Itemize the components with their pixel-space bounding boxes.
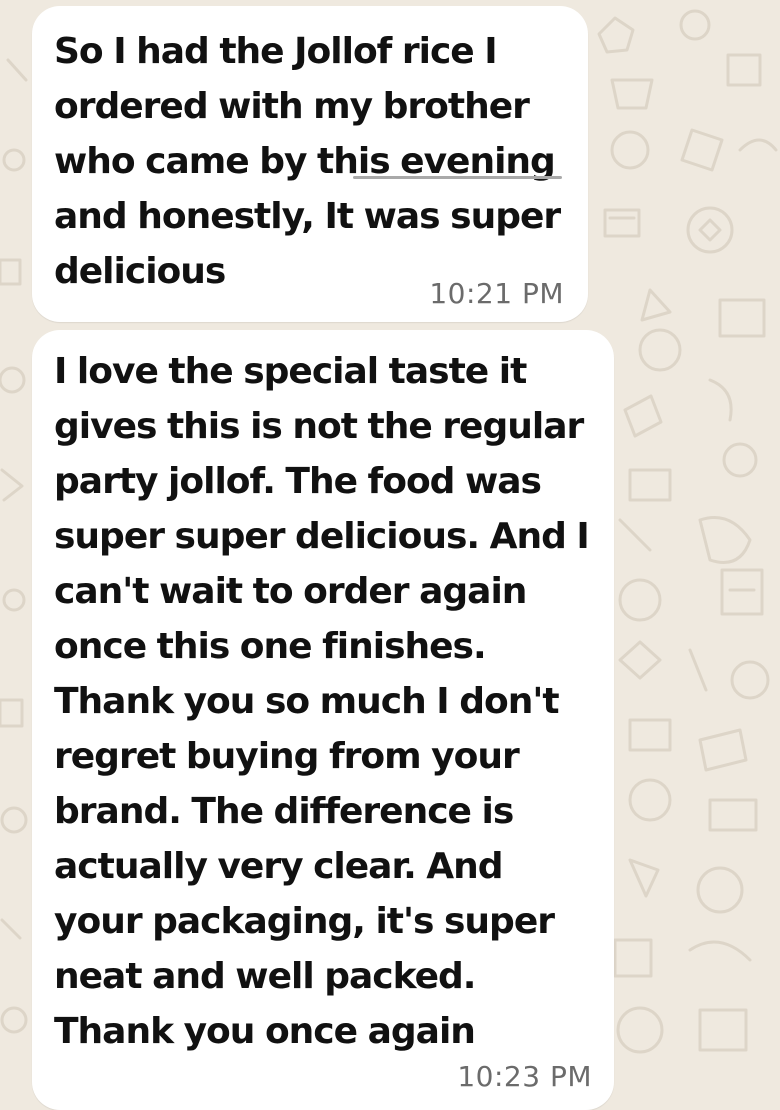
message-text-1: So I had the Jollof rice I ordered with … (54, 31, 561, 292)
message-time-1: 10:21 PM (429, 277, 564, 310)
message-bubble-2[interactable]: I love the special taste it gives this i… (32, 330, 614, 1110)
message-time-2: 10:23 PM (457, 1060, 592, 1093)
message-text-2: I love the special taste it gives this i… (54, 351, 590, 1052)
message-bubble-1[interactable]: So I had the Jollof rice I ordered with … (32, 6, 588, 322)
linked-text-underline[interactable] (353, 176, 562, 179)
